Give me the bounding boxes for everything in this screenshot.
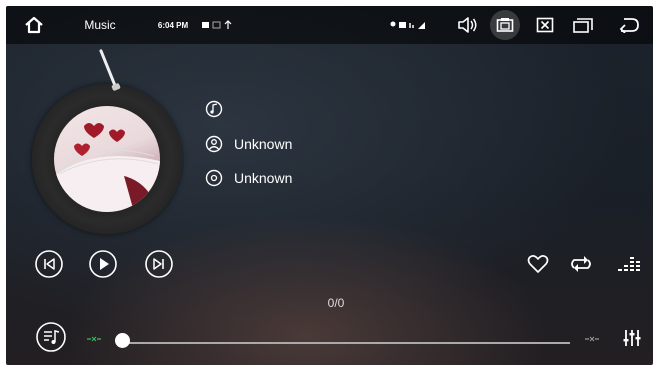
equalizer-bars-icon[interactable] [614,250,644,278]
music-note-icon [204,99,224,119]
playlist-icon[interactable] [34,320,68,354]
artist-row: Unknown [204,134,292,154]
clock: 6:04 PM [157,20,189,30]
music-player-screen: Music 6:04 PM Unknown Unknown 0/0 [6,6,653,365]
signal-icons [388,6,434,44]
artist-icon [204,134,224,154]
repeat-icon[interactable] [566,250,596,278]
progress-track[interactable] [124,342,570,344]
track-counter: 0/0 [327,296,345,310]
play-icon[interactable] [87,248,119,280]
progress-knob[interactable] [115,333,130,348]
skip-previous-icon[interactable] [33,248,65,280]
album-row: Unknown [204,168,292,188]
notification-icons [200,6,240,44]
track-title-row [204,99,234,119]
volume-down-icon [86,334,102,346]
app-title: Music [84,18,116,32]
album-disc [32,84,182,234]
heart-icon[interactable] [524,250,552,278]
volume-up-icon [584,334,600,346]
skip-next-icon[interactable] [143,248,175,280]
artist-name: Unknown [234,136,293,152]
back-icon[interactable] [612,6,646,44]
album-art [54,106,160,212]
equalizer-sliders-icon[interactable] [618,324,646,352]
screenshot-icon[interactable] [490,10,520,40]
recent-apps-icon[interactable] [568,6,598,44]
close-app-icon[interactable] [530,6,560,44]
album-name: Unknown [234,170,293,186]
album-icon [204,168,224,188]
home-icon[interactable] [18,6,50,44]
volume-icon[interactable] [453,6,483,44]
status-bar: Music 6:04 PM [6,6,653,44]
